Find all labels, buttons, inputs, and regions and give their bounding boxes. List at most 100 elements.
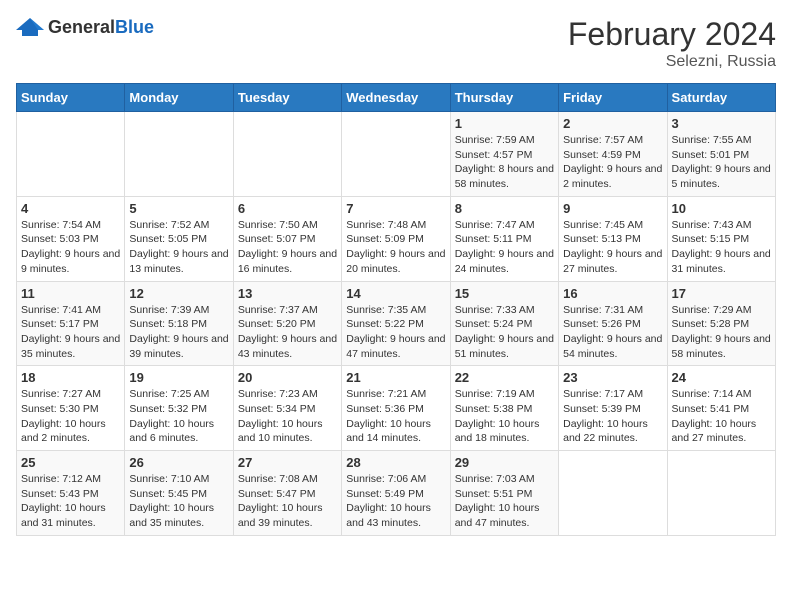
day-cell — [667, 451, 775, 536]
day-cell: 28 Sunrise: 7:06 AMSunset: 5:49 PMDayligh… — [342, 451, 450, 536]
day-number: 17 — [672, 286, 771, 301]
day-info: Sunrise: 7:35 AMSunset: 5:22 PMDaylight:… — [346, 303, 445, 362]
day-info: Sunrise: 7:43 AMSunset: 5:15 PMDaylight:… — [672, 218, 771, 277]
week-row-2: 11 Sunrise: 7:41 AMSunset: 5:17 PMDayligh… — [17, 281, 776, 366]
day-number: 4 — [21, 201, 120, 216]
day-number: 10 — [672, 201, 771, 216]
day-cell: 18 Sunrise: 7:27 AMSunset: 5:30 PMDayligh… — [17, 366, 125, 451]
day-info: Sunrise: 7:21 AMSunset: 5:36 PMDaylight:… — [346, 387, 445, 446]
week-row-3: 18 Sunrise: 7:27 AMSunset: 5:30 PMDayligh… — [17, 366, 776, 451]
day-cell: 21 Sunrise: 7:21 AMSunset: 5:36 PMDayligh… — [342, 366, 450, 451]
day-cell: 4 Sunrise: 7:54 AMSunset: 5:03 PMDaylight… — [17, 196, 125, 281]
header-saturday: Saturday — [667, 84, 775, 112]
logo-text: GeneralBlue — [48, 17, 154, 38]
day-info: Sunrise: 7:54 AMSunset: 5:03 PMDaylight:… — [21, 218, 120, 277]
day-info: Sunrise: 7:23 AMSunset: 5:34 PMDaylight:… — [238, 387, 337, 446]
day-number: 5 — [129, 201, 228, 216]
title-area: February 2024 Selezni, Russia — [568, 16, 776, 71]
day-info: Sunrise: 7:27 AMSunset: 5:30 PMDaylight:… — [21, 387, 120, 446]
day-cell: 7 Sunrise: 7:48 AMSunset: 5:09 PMDaylight… — [342, 196, 450, 281]
logo-icon — [16, 16, 44, 38]
day-info: Sunrise: 7:45 AMSunset: 5:13 PMDaylight:… — [563, 218, 662, 277]
day-info: Sunrise: 7:12 AMSunset: 5:43 PMDaylight:… — [21, 472, 120, 531]
day-number: 16 — [563, 286, 662, 301]
header-tuesday: Tuesday — [233, 84, 341, 112]
day-number: 21 — [346, 370, 445, 385]
day-number: 1 — [455, 116, 554, 131]
day-cell — [233, 112, 341, 197]
day-cell: 20 Sunrise: 7:23 AMSunset: 5:34 PMDayligh… — [233, 366, 341, 451]
day-number: 25 — [21, 455, 120, 470]
day-cell: 1Sunrise: 7:59 AMSunset: 4:57 PMDaylight… — [450, 112, 558, 197]
day-cell: 23 Sunrise: 7:17 AMSunset: 5:39 PMDayligh… — [559, 366, 667, 451]
calendar-table: SundayMondayTuesdayWednesdayThursdayFrid… — [16, 83, 776, 536]
day-info: Sunrise: 7:47 AMSunset: 5:11 PMDaylight:… — [455, 218, 554, 277]
day-cell: 6 Sunrise: 7:50 AMSunset: 5:07 PMDaylight… — [233, 196, 341, 281]
day-number: 11 — [21, 286, 120, 301]
subtitle: Selezni, Russia — [568, 53, 776, 71]
day-number: 14 — [346, 286, 445, 301]
days-header-row: SundayMondayTuesdayWednesdayThursdayFrid… — [17, 84, 776, 112]
day-number: 15 — [455, 286, 554, 301]
day-number: 6 — [238, 201, 337, 216]
day-info: Sunrise: 7:55 AMSunset: 5:01 PMDaylight:… — [672, 133, 771, 192]
day-number: 28 — [346, 455, 445, 470]
week-row-1: 4 Sunrise: 7:54 AMSunset: 5:03 PMDaylight… — [17, 196, 776, 281]
day-cell: 8Sunrise: 7:47 AMSunset: 5:11 PMDaylight… — [450, 196, 558, 281]
header-wednesday: Wednesday — [342, 84, 450, 112]
day-number: 20 — [238, 370, 337, 385]
day-cell: 9Sunrise: 7:45 AMSunset: 5:13 PMDaylight… — [559, 196, 667, 281]
day-number: 23 — [563, 370, 662, 385]
day-cell: 17 Sunrise: 7:29 AMSunset: 5:28 PMDayligh… — [667, 281, 775, 366]
day-cell: 15Sunrise: 7:33 AMSunset: 5:24 PMDayligh… — [450, 281, 558, 366]
day-info: Sunrise: 7:29 AMSunset: 5:28 PMDaylight:… — [672, 303, 771, 362]
day-info: Sunrise: 7:31 AMSunset: 5:26 PMDaylight:… — [563, 303, 662, 362]
day-cell: 12 Sunrise: 7:39 AMSunset: 5:18 PMDayligh… — [125, 281, 233, 366]
day-number: 24 — [672, 370, 771, 385]
day-number: 18 — [21, 370, 120, 385]
day-info: Sunrise: 7:10 AMSunset: 5:45 PMDaylight:… — [129, 472, 228, 531]
logo-blue: Blue — [115, 17, 154, 37]
day-info: Sunrise: 7:14 AMSunset: 5:41 PMDaylight:… — [672, 387, 771, 446]
day-number: 22 — [455, 370, 554, 385]
day-info: Sunrise: 7:52 AMSunset: 5:05 PMDaylight:… — [129, 218, 228, 277]
day-info: Sunrise: 7:25 AMSunset: 5:32 PMDaylight:… — [129, 387, 228, 446]
day-cell — [125, 112, 233, 197]
day-cell — [342, 112, 450, 197]
day-info: Sunrise: 7:17 AMSunset: 5:39 PMDaylight:… — [563, 387, 662, 446]
header-sunday: Sunday — [17, 84, 125, 112]
day-info: Sunrise: 7:08 AMSunset: 5:47 PMDaylight:… — [238, 472, 337, 531]
day-number: 27 — [238, 455, 337, 470]
day-number: 13 — [238, 286, 337, 301]
day-info: Sunrise: 7:50 AMSunset: 5:07 PMDaylight:… — [238, 218, 337, 277]
day-number: 7 — [346, 201, 445, 216]
day-cell — [17, 112, 125, 197]
day-info: Sunrise: 7:41 AMSunset: 5:17 PMDaylight:… — [21, 303, 120, 362]
day-cell: 3 Sunrise: 7:55 AMSunset: 5:01 PMDaylight… — [667, 112, 775, 197]
day-cell: 26 Sunrise: 7:10 AMSunset: 5:45 PMDayligh… — [125, 451, 233, 536]
day-cell: 29Sunrise: 7:03 AMSunset: 5:51 PMDayligh… — [450, 451, 558, 536]
day-cell: 19 Sunrise: 7:25 AMSunset: 5:32 PMDayligh… — [125, 366, 233, 451]
day-info: Sunrise: 7:57 AMSunset: 4:59 PMDaylight:… — [563, 133, 662, 192]
week-row-0: 1Sunrise: 7:59 AMSunset: 4:57 PMDaylight… — [17, 112, 776, 197]
day-cell: 24 Sunrise: 7:14 AMSunset: 5:41 PMDayligh… — [667, 366, 775, 451]
day-cell: 11 Sunrise: 7:41 AMSunset: 5:17 PMDayligh… — [17, 281, 125, 366]
day-number: 26 — [129, 455, 228, 470]
day-info: Sunrise: 7:37 AMSunset: 5:20 PMDaylight:… — [238, 303, 337, 362]
day-info: Sunrise: 7:19 AMSunset: 5:38 PMDaylight:… — [455, 387, 554, 446]
day-number: 29 — [455, 455, 554, 470]
day-cell: 25 Sunrise: 7:12 AMSunset: 5:43 PMDayligh… — [17, 451, 125, 536]
day-number: 19 — [129, 370, 228, 385]
day-number: 12 — [129, 286, 228, 301]
day-number: 3 — [672, 116, 771, 131]
logo: GeneralBlue — [16, 16, 154, 38]
day-cell: 5 Sunrise: 7:52 AMSunset: 5:05 PMDaylight… — [125, 196, 233, 281]
day-cell: 22 Sunrise: 7:19 AMSunset: 5:38 PMDayligh… — [450, 366, 558, 451]
day-info: Sunrise: 7:48 AMSunset: 5:09 PMDaylight:… — [346, 218, 445, 277]
day-info: Sunrise: 7:06 AMSunset: 5:49 PMDaylight:… — [346, 472, 445, 531]
day-cell: 10 Sunrise: 7:43 AMSunset: 5:15 PMDayligh… — [667, 196, 775, 281]
day-cell — [559, 451, 667, 536]
day-cell: 27 Sunrise: 7:08 AMSunset: 5:47 PMDayligh… — [233, 451, 341, 536]
main-title: February 2024 — [568, 16, 776, 53]
day-info: Sunrise: 7:39 AMSunset: 5:18 PMDaylight:… — [129, 303, 228, 362]
